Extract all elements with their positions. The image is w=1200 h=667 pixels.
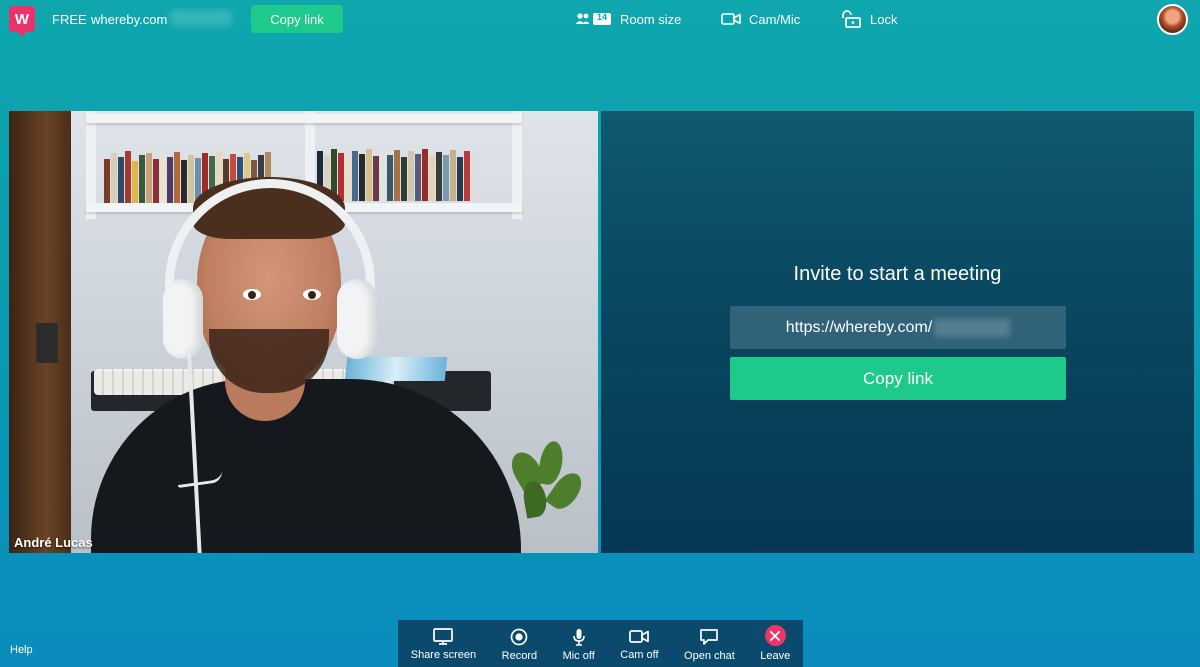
cam-off-button[interactable]: Cam off — [608, 620, 672, 667]
tablet — [344, 357, 448, 381]
share-screen-button[interactable]: Share screen — [398, 620, 489, 667]
room-url: whereby.com — [91, 12, 168, 27]
video-camera-icon — [721, 13, 741, 25]
invite-url-field[interactable]: https://whereby.com/ — [730, 306, 1066, 349]
room-name-redacted — [934, 318, 1011, 337]
chat-icon — [700, 629, 719, 645]
invite-panel: Invite to start a meeting https://whereb… — [601, 111, 1194, 553]
cam-mic-button[interactable]: Cam/Mic — [721, 9, 800, 29]
lock-label: Lock — [870, 11, 898, 27]
user-avatar[interactable] — [1157, 4, 1188, 35]
leave-button[interactable]: Leave — [748, 620, 803, 667]
close-icon — [770, 630, 781, 641]
bottom-toolbar: Share screen Record Mic off Cam off Open… — [398, 620, 803, 667]
door-tag — [36, 323, 58, 363]
whereby-logo[interactable]: W — [9, 6, 35, 37]
microphone-icon — [572, 629, 585, 646]
top-bar: W FREE whereby.com Copy link 14 Room siz… — [0, 0, 1200, 38]
open-chat-button[interactable]: Open chat — [671, 620, 747, 667]
mic-off-button[interactable]: Mic off — [550, 620, 608, 667]
headphone-earcup — [163, 279, 203, 359]
leave-label: Leave — [760, 650, 791, 662]
invite-title: Invite to start a meeting — [793, 263, 1002, 285]
room-name-redacted — [170, 10, 232, 26]
cam-off-label: Cam off — [620, 649, 659, 661]
room-size-button[interactable]: 14 Room size — [575, 9, 681, 29]
logo-letter: W — [14, 10, 30, 28]
participant-name: André Lucas — [14, 535, 93, 550]
help-link[interactable]: Help — [10, 644, 33, 656]
shelf — [86, 114, 522, 123]
plan-badge: FREE — [52, 12, 87, 27]
mic-off-label: Mic off — [562, 650, 595, 662]
unlocked-padlock-icon — [842, 10, 861, 28]
open-chat-label: Open chat — [684, 650, 735, 662]
record-label: Record — [501, 650, 538, 662]
books — [317, 149, 477, 201]
invite-copy-link-button[interactable]: Copy link — [730, 357, 1066, 400]
camera-icon — [629, 630, 650, 643]
headphone-earcup — [337, 279, 377, 359]
cam-mic-label: Cam/Mic — [749, 11, 801, 27]
invite-url-text: https://whereby.com/ — [785, 318, 933, 336]
room-size-badge: 14 — [596, 12, 607, 22]
share-screen-label: Share screen — [410, 649, 477, 661]
room-size-label: Room size — [620, 11, 682, 27]
copy-link-button[interactable]: Copy link — [251, 5, 343, 33]
lock-button[interactable]: Lock — [840, 9, 897, 29]
record-icon — [511, 628, 528, 646]
monitor-icon — [433, 628, 454, 645]
participant-video[interactable]: André Lucas — [9, 111, 598, 553]
record-button[interactable]: Record — [489, 620, 550, 667]
leave-circle — [764, 625, 786, 646]
